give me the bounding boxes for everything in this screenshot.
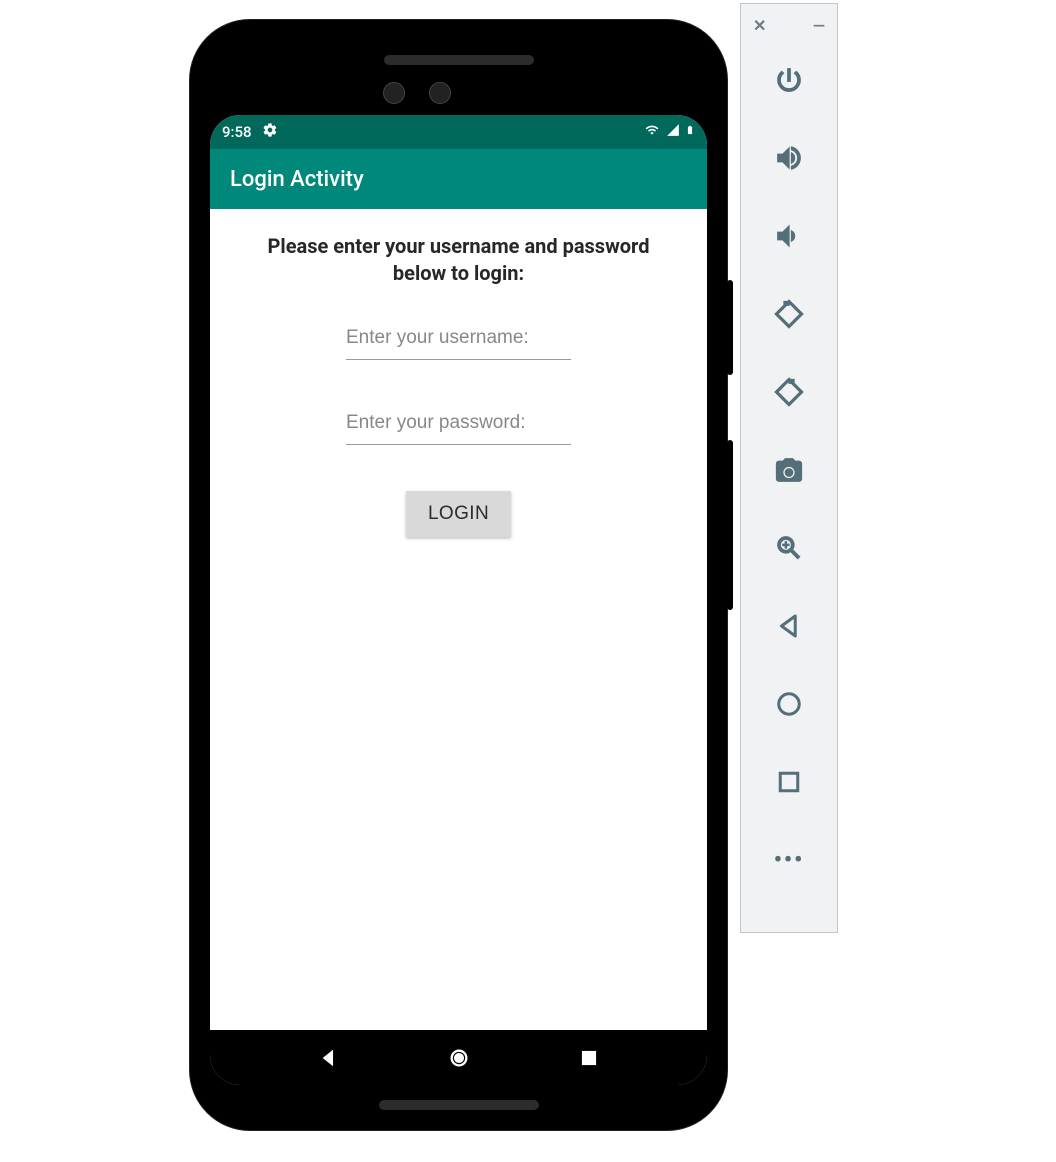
volume-up-button[interactable] [770,139,808,177]
username-input[interactable] [346,321,571,360]
side-button [727,280,733,375]
power-button[interactable] [770,61,808,99]
android-nav-bar [210,1030,707,1085]
gear-icon [262,122,278,142]
emulator-toolbar: ✕ — ••• [740,3,838,933]
app-title-bar: Login Activity [210,149,707,209]
rotate-left-button[interactable] [770,295,808,333]
screenshot-button[interactable] [770,451,808,489]
minimize-icon[interactable]: — [813,16,825,35]
more-options-button[interactable]: ••• [770,841,808,879]
side-button [727,440,733,610]
password-input[interactable] [346,406,571,445]
volume-down-button[interactable] [770,217,808,255]
home-nav-button[interactable] [447,1046,471,1070]
battery-icon [685,122,695,142]
zoom-button[interactable] [770,529,808,567]
wifi-icon [643,123,661,141]
login-form: Please enter your username and password … [210,209,707,1030]
overview-nav-button[interactable] [577,1046,601,1070]
home-button[interactable] [770,685,808,723]
app-title: Login Activity [230,167,364,192]
overview-button[interactable] [770,763,808,801]
login-instruction: Please enter your username and password … [249,233,669,287]
cellular-icon [665,123,681,141]
rotate-right-button[interactable] [770,373,808,411]
back-button[interactable] [770,607,808,645]
status-bar: 9:58 [210,115,707,149]
phone-screen: 9:58 Login Activity Please enter [210,115,707,1085]
front-camera [429,82,451,104]
login-button[interactable]: LOGIN [406,491,511,537]
back-nav-button[interactable] [316,1046,340,1070]
close-icon[interactable]: ✕ [753,16,766,35]
earpiece [384,55,534,65]
status-right [643,122,695,142]
phone-frame: 9:58 Login Activity Please enter [190,20,727,1130]
front-camera [383,82,405,104]
status-time: 9:58 [222,123,252,141]
window-controls: ✕ — [741,16,837,41]
bottom-speaker [379,1100,539,1110]
